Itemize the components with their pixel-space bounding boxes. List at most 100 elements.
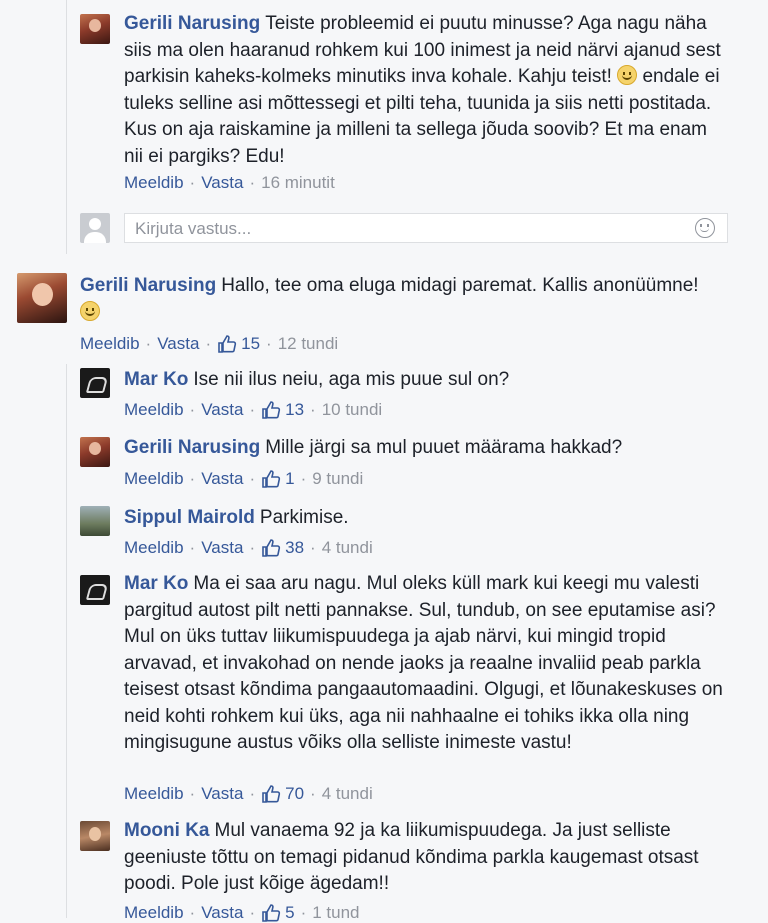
comment-text: Parkimise.	[259, 507, 349, 528]
comment-actions: Meeldib · Vasta · 13 · 10 tundi	[124, 400, 382, 420]
separator-dot: ·	[249, 469, 256, 488]
comment-author[interactable]: Mar Ko	[124, 369, 188, 390]
separator-dot: ·	[300, 903, 307, 922]
like-count[interactable]: 38	[261, 538, 304, 558]
reply-link[interactable]: Vasta	[201, 538, 243, 558]
reply-link[interactable]: Vasta	[201, 400, 243, 420]
like-count-value: 13	[285, 400, 305, 419]
thumbs-up-icon	[262, 401, 281, 419]
comment-text: Mille järgi sa mul puuet määrama hakkad?	[265, 437, 623, 458]
reply-link[interactable]: Vasta	[201, 784, 243, 804]
like-count[interactable]: 15	[217, 334, 260, 354]
separator-dot: ·	[266, 334, 272, 353]
avatar[interactable]	[80, 506, 110, 536]
reply-link[interactable]: Vasta	[201, 173, 243, 193]
comment-body: Gerili Narusing Mille järgi sa mul puuet …	[124, 435, 724, 462]
separator-dot: ·	[310, 784, 316, 803]
thumbs-up-icon	[218, 335, 237, 353]
separator-dot: ·	[249, 400, 256, 419]
avatar[interactable]	[80, 368, 110, 398]
comment-author[interactable]: Gerili Narusing	[124, 437, 260, 458]
like-link[interactable]: Meeldib	[124, 173, 184, 193]
comment-body: Gerili Narusing Teiste probleemid ei puut…	[124, 11, 724, 170]
avatar[interactable]	[80, 821, 110, 851]
reply-input[interactable]: Kirjuta vastus...	[124, 213, 728, 243]
separator-dot: ·	[310, 538, 316, 557]
separator-dot: ·	[249, 538, 256, 557]
comment-author[interactable]: Mar Ko	[124, 573, 188, 594]
comment-body: Mar Ko Ise nii ilus neiu, aga mis puue su…	[124, 367, 724, 394]
comment-actions: Meeldib · Vasta · 1 · 9 tundi	[124, 469, 363, 489]
timestamp[interactable]: 12 tundi	[278, 334, 339, 354]
separator-dot: ·	[145, 334, 152, 353]
thumbs-up-icon	[262, 539, 281, 557]
like-link[interactable]: Meeldib	[124, 903, 184, 923]
separator-dot: ·	[249, 903, 256, 922]
separator-dot: ·	[249, 784, 256, 803]
separator-dot: ·	[189, 784, 196, 803]
comment-body: Sippul Mairold Parkimise.	[124, 505, 724, 532]
comment-actions: Meeldib · Vasta · 5 · 1 tund	[124, 903, 360, 923]
comment-actions: Meeldib · Vasta · 15 · 12 tundi	[80, 334, 338, 354]
like-count-value: 5	[285, 903, 295, 922]
like-link[interactable]: Meeldib	[80, 334, 140, 354]
like-link[interactable]: Meeldib	[124, 469, 184, 489]
emoji-icon[interactable]	[695, 218, 715, 238]
separator-dot: ·	[310, 400, 316, 419]
reply-link[interactable]: Vasta	[157, 334, 199, 354]
avatar[interactable]	[17, 273, 67, 323]
reply-link[interactable]: Vasta	[201, 469, 243, 489]
like-count[interactable]: 1	[261, 469, 295, 489]
separator-dot: ·	[300, 469, 307, 488]
separator-dot: ·	[189, 400, 196, 419]
comment-author[interactable]: Sippul Mairold	[124, 507, 255, 528]
comment-text: Ise nii ilus neiu, aga mis puue sul on?	[193, 369, 510, 390]
smiley-emoji-icon	[80, 300, 100, 321]
timestamp[interactable]: 16 minutit	[261, 173, 335, 193]
timestamp[interactable]: 4 tundi	[322, 538, 373, 558]
thumbs-up-icon	[262, 904, 281, 922]
comment-body: Mooni Ka Mul vanaema 92 ja ka liikumispuu…	[124, 818, 724, 898]
separator-dot: ·	[189, 469, 196, 488]
comment-author[interactable]: Mooni Ka	[124, 820, 210, 841]
reply-thread-line	[66, 364, 67, 918]
thumbs-up-icon	[262, 470, 281, 488]
like-count[interactable]: 13	[261, 400, 304, 420]
avatar[interactable]	[80, 437, 110, 467]
like-link[interactable]: Meeldib	[124, 784, 184, 804]
timestamp[interactable]: 9 tundi	[312, 469, 363, 489]
comment-author[interactable]: Gerili Narusing	[124, 13, 260, 34]
like-count-value: 38	[285, 538, 305, 557]
comment-actions: Meeldib · Vasta · 70 · 4 tundi	[124, 784, 373, 804]
like-count[interactable]: 70	[261, 784, 304, 804]
avatar[interactable]	[80, 14, 110, 44]
like-link[interactable]: Meeldib	[124, 538, 184, 558]
comment-text: Ma ei saa aru nagu. Mul oleks küll mark …	[124, 573, 723, 753]
comment-author[interactable]: Gerili Narusing	[80, 275, 216, 296]
separator-dot: ·	[189, 538, 196, 557]
comment-body: Mar Ko Ma ei saa aru nagu. Mul oleks küll…	[124, 571, 724, 757]
separator-dot: ·	[249, 173, 256, 192]
like-count-value: 70	[285, 784, 305, 803]
thumbs-up-icon	[262, 785, 281, 803]
like-count-value: 1	[285, 469, 295, 488]
comment-body: Gerili Narusing Hallo, tee oma eluga mida…	[80, 273, 730, 326]
comment-text: Hallo, tee oma eluga midagi paremat. Kal…	[221, 275, 699, 296]
smiley-emoji-icon	[617, 65, 638, 85]
separator-dot: ·	[189, 173, 196, 192]
separator-dot: ·	[205, 334, 212, 353]
timestamp[interactable]: 10 tundi	[322, 400, 383, 420]
user-avatar	[80, 213, 110, 243]
comment-actions: Meeldib · Vasta · 38 · 4 tundi	[124, 538, 373, 558]
comment-text: Mul vanaema 92 ja ka liikumispuudega. Ja…	[124, 820, 699, 894]
like-count[interactable]: 5	[261, 903, 295, 923]
timestamp[interactable]: 4 tundi	[322, 784, 373, 804]
reply-input-placeholder: Kirjuta vastus...	[135, 219, 252, 238]
like-link[interactable]: Meeldib	[124, 400, 184, 420]
comment-actions: Meeldib · Vasta · 16 minutit	[124, 173, 335, 193]
reply-link[interactable]: Vasta	[201, 903, 243, 923]
timestamp[interactable]: 1 tund	[312, 903, 359, 923]
thread-line	[66, 0, 67, 254]
like-count-value: 15	[241, 334, 261, 353]
avatar[interactable]	[80, 575, 110, 605]
